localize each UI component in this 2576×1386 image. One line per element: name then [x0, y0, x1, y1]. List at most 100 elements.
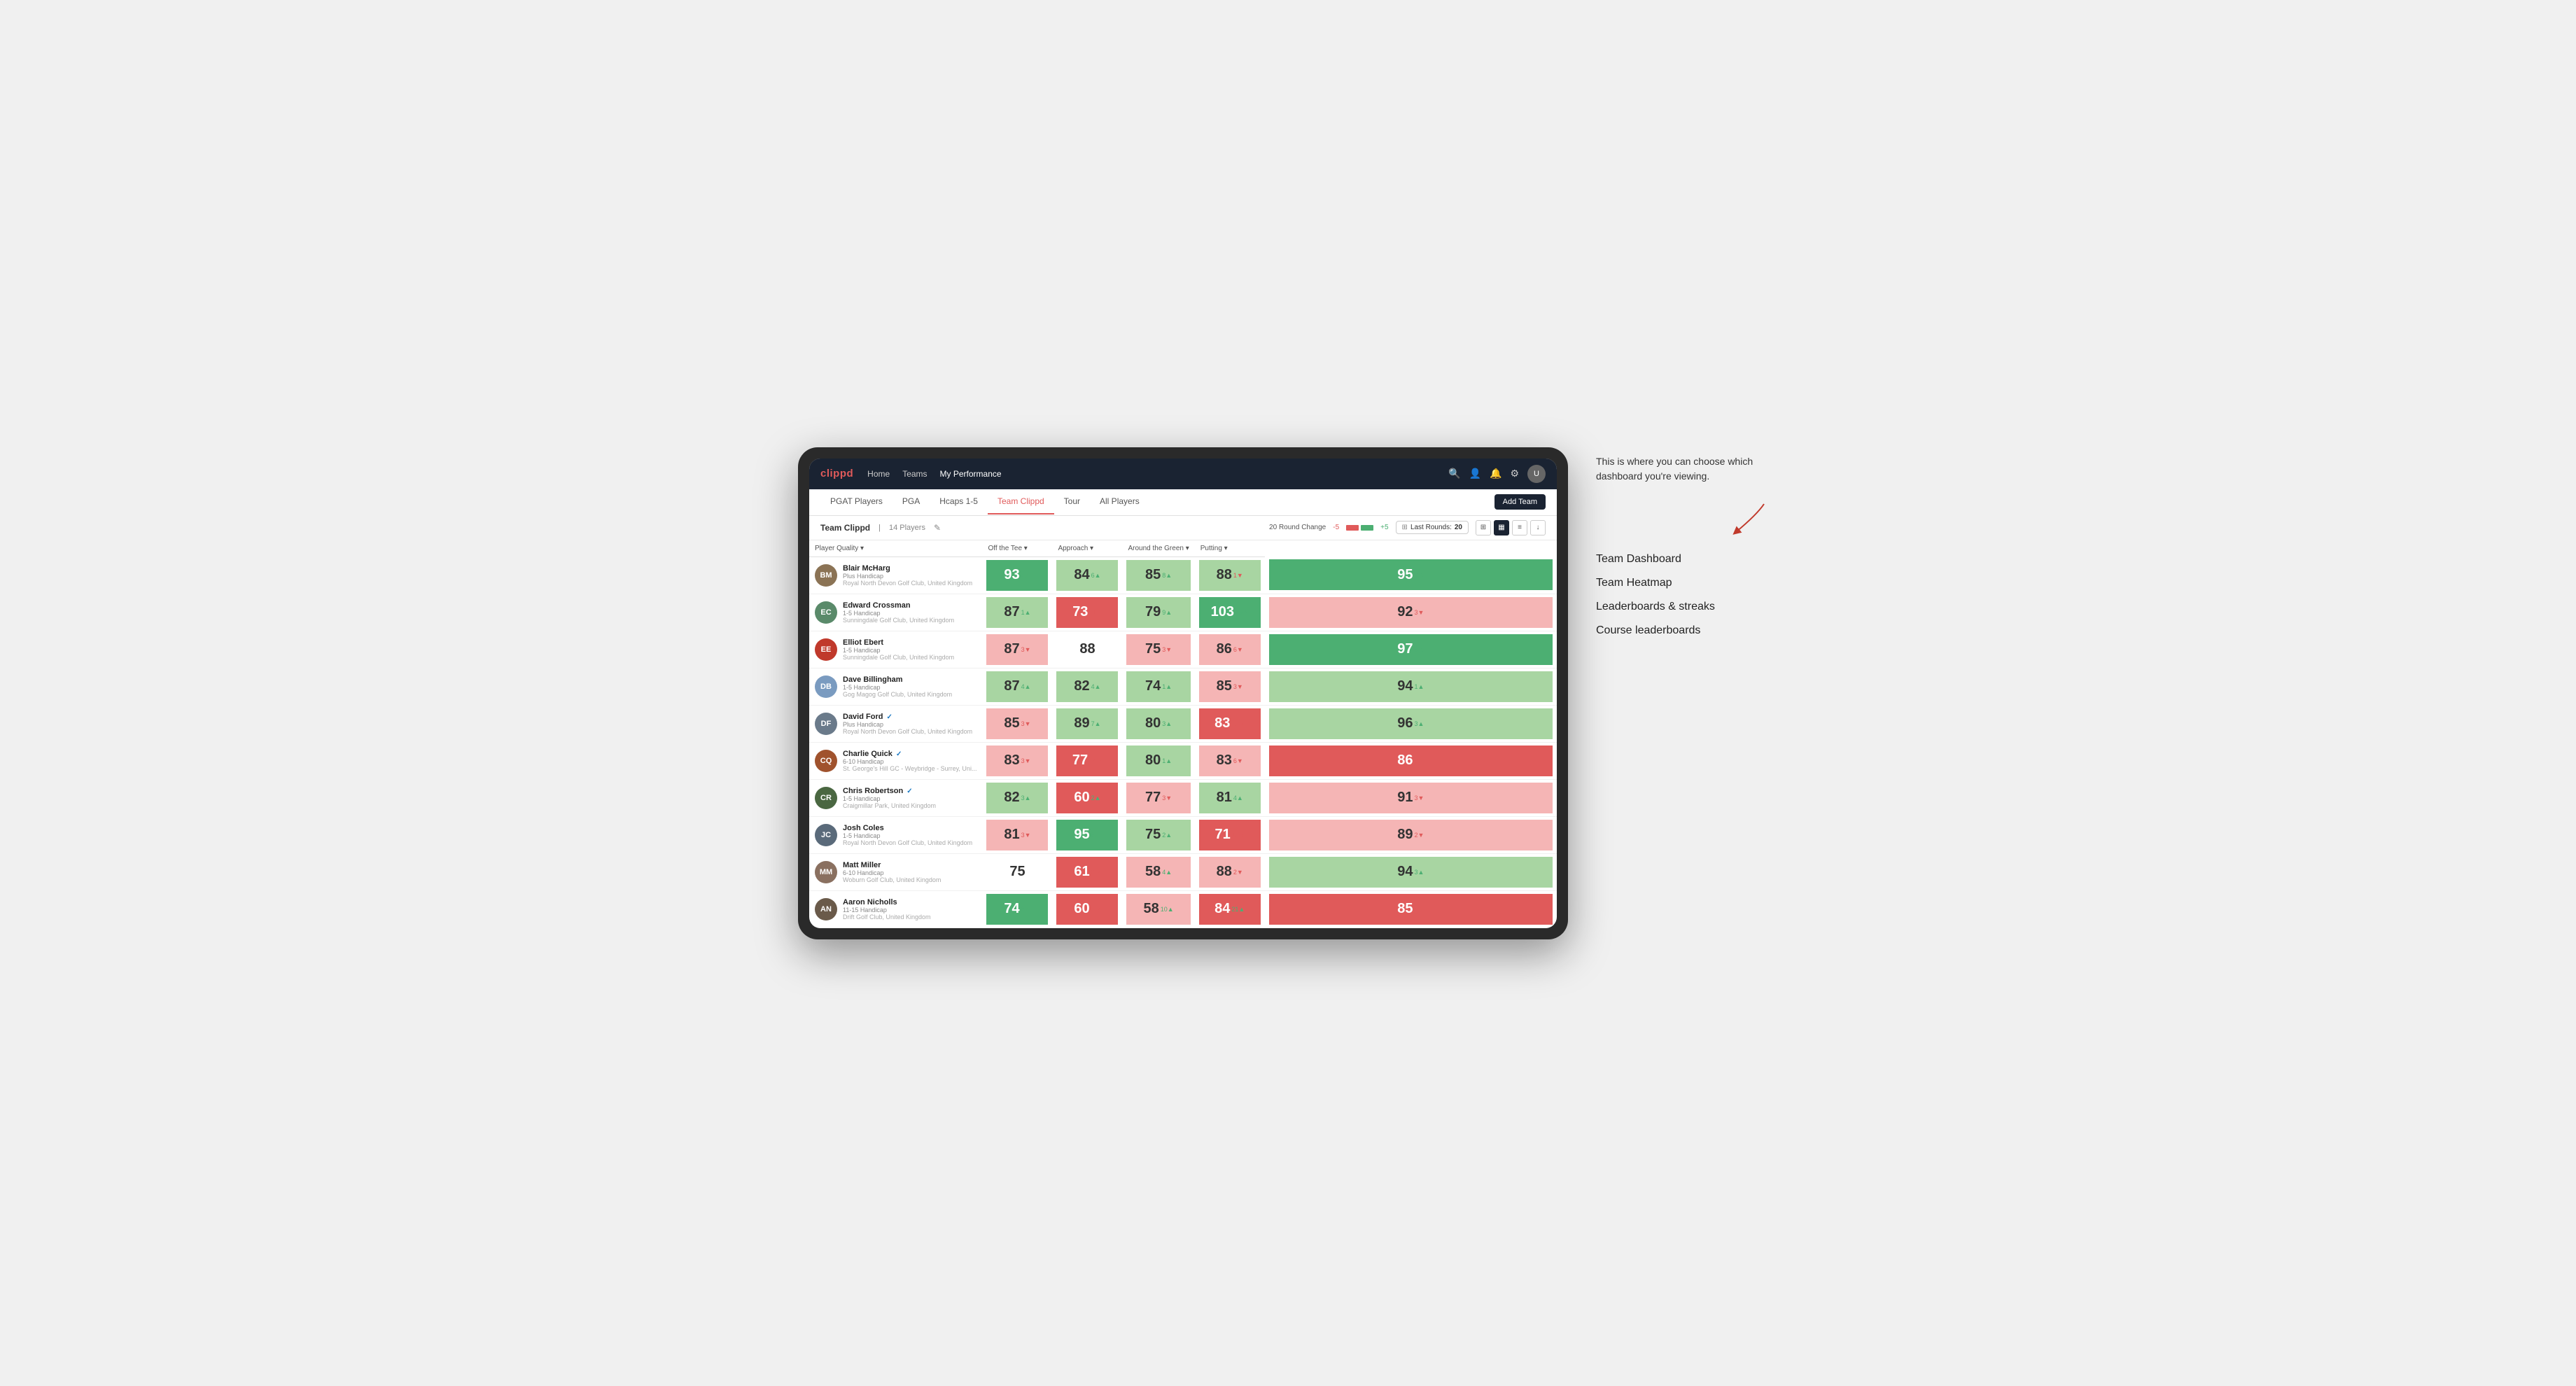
player-info: Chris Robertson ✓ 1-5 Handicap Craigmill… [843, 787, 976, 809]
score-box: 7311▼ [1056, 597, 1118, 628]
col-header-aroundgreen[interactable]: Around the Green ▾ [1122, 540, 1194, 557]
view-download-icon[interactable]: ↓ [1530, 520, 1546, 536]
menu-item-2[interactable]: Leaderboards & streaks [1596, 601, 1778, 613]
score-box: 892▼ [1269, 820, 1553, 850]
subnav-pgat[interactable]: PGAT Players [820, 489, 892, 514]
arrow-container [1596, 500, 1778, 539]
score-value: 83 [1217, 752, 1232, 769]
nav-link-teams[interactable]: Teams [902, 466, 927, 482]
subnav-tour[interactable]: Tour [1054, 489, 1090, 514]
score-value: 80 [1145, 752, 1161, 769]
subnav-teamclippd[interactable]: Team Clippd [988, 489, 1054, 514]
score-cell-player_quality-3: 874▲ [982, 668, 1052, 705]
round-change-neg: -5 [1333, 524, 1339, 531]
sub-nav-links: PGAT Players PGA Hcaps 1-5 Team Clippd T… [820, 489, 1494, 514]
score-cell-player_quality-6: 823▲ [982, 779, 1052, 816]
player-handicap: 6-10 Handicap [843, 869, 976, 876]
score-box: 741▲ [1126, 671, 1190, 702]
avatar[interactable]: U [1527, 465, 1546, 483]
player-name: Josh Coles [843, 824, 976, 832]
score-cell-putting-8: 943▲ [1265, 853, 1557, 890]
score-box: 601▼ [1056, 894, 1118, 925]
score-box: 748▲ [986, 894, 1048, 925]
subnav-pga[interactable]: PGA [892, 489, 930, 514]
player-info: Aaron Nicholls 11-15 Handicap Drift Golf… [843, 898, 976, 920]
score-cell-putting-2: 975▲ [1265, 631, 1557, 668]
score-value: 83 [1004, 752, 1019, 769]
nav-bar: clippd Home Teams My Performance 🔍 👤 🔔 ⚙… [809, 458, 1557, 489]
score-box: 824▲ [1056, 671, 1118, 702]
table-row[interactable]: CQ Charlie Quick ✓ 6-10 Handicap St. Geo… [809, 742, 1557, 779]
player-name: Dave Billingham [843, 676, 976, 684]
table-row[interactable]: AN Aaron Nicholls 11-15 Handicap Drift G… [809, 890, 1557, 927]
score-cell-approach-6: 773▼ [1122, 779, 1194, 816]
score-cell-around_green-0: 881▼ [1195, 556, 1265, 594]
team-count: 14 Players [889, 524, 925, 532]
view-heatmap-icon[interactable]: ▦ [1494, 520, 1509, 536]
table-row[interactable]: CR Chris Robertson ✓ 1-5 Handicap Craigm… [809, 779, 1557, 816]
menu-item-3[interactable]: Course leaderboards [1596, 624, 1778, 637]
view-grid-icon[interactable]: ⊞ [1476, 520, 1491, 536]
table-row[interactable]: BM Blair McHarg Plus Handicap Royal Nort… [809, 556, 1557, 594]
score-value: 74 [1145, 678, 1161, 694]
score-value: 60 [1074, 901, 1089, 917]
subnav-allplayers[interactable]: All Players [1090, 489, 1149, 514]
player-cell-2: EE Elliot Ebert 1-5 Handicap Sunningdale… [809, 631, 982, 668]
outer-wrapper: clippd Home Teams My Performance 🔍 👤 🔔 ⚙… [798, 447, 1778, 939]
col-header-player[interactable]: Player Quality ▾ [809, 540, 982, 557]
verified-icon: ✓ [896, 750, 902, 758]
table-row[interactable]: EC Edward Crossman 1-5 Handicap Sunningd… [809, 594, 1557, 631]
score-change: 10▼ [1231, 720, 1245, 727]
score-box: 823▲ [986, 783, 1048, 813]
round-change-bar [1346, 525, 1373, 531]
score-change: 8▼ [1415, 757, 1424, 764]
nav-link-myperformance[interactable]: My Performance [940, 466, 1002, 482]
score-value: 75 [1145, 827, 1161, 843]
player-avatar: MM [815, 861, 837, 883]
score-change: 1▲ [1162, 683, 1172, 690]
add-team-button[interactable]: Add Team [1494, 494, 1546, 510]
table-row[interactable]: EE Elliot Ebert 1-5 Handicap Sunningdale… [809, 631, 1557, 668]
player-club: Woburn Golf Club, United Kingdom [843, 876, 976, 883]
score-change: 2▲ [1091, 794, 1101, 802]
edit-icon[interactable]: ✎ [934, 523, 941, 533]
player-club: Sunningdale Golf Club, United Kingdom [843, 654, 976, 661]
settings-icon[interactable]: ⚙ [1510, 468, 1519, 479]
menu-item-0[interactable]: Team Dashboard [1596, 553, 1778, 566]
score-cell-player_quality-7: 813▼ [982, 816, 1052, 853]
menu-item-1[interactable]: Team Heatmap [1596, 577, 1778, 589]
last-rounds-button[interactable]: ⊞ Last Rounds: 20 [1396, 521, 1469, 534]
user-icon[interactable]: 👤 [1469, 468, 1481, 479]
score-cell-around_green-7: 7111▼ [1195, 816, 1265, 853]
col-header-approach[interactable]: Approach ▾ [1052, 540, 1122, 557]
view-list-icon[interactable]: ≡ [1512, 520, 1527, 536]
score-cell-around_green-4: 8310▼ [1195, 705, 1265, 742]
nav-link-home[interactable]: Home [867, 466, 890, 482]
col-header-offtee[interactable]: Off the Tee ▾ [982, 540, 1052, 557]
table-row[interactable]: JC Josh Coles 1-5 Handicap Royal North D… [809, 816, 1557, 853]
search-icon[interactable]: 🔍 [1448, 468, 1460, 479]
score-cell-off_tee-7: 958▲ [1052, 816, 1122, 853]
score-box: 934▲ [986, 560, 1048, 591]
score-box: 853▼ [1199, 671, 1261, 702]
subnav-hcaps[interactable]: Hcaps 1-5 [930, 489, 988, 514]
score-change: 1▼ [1233, 572, 1243, 579]
table-row[interactable]: DB Dave Billingham 1-5 Handicap Gog Mago… [809, 668, 1557, 705]
score-change: 1▼ [1091, 906, 1101, 913]
score-value: 97 [1397, 641, 1413, 657]
score-cell-around_green-3: 853▼ [1195, 668, 1265, 705]
player-info: Blair McHarg Plus Handicap Royal North D… [843, 564, 976, 587]
score-change: 2▼ [1415, 832, 1424, 839]
player-cell-9: AN Aaron Nicholls 11-15 Handicap Drift G… [809, 890, 982, 927]
score-box: 836▼ [1199, 746, 1261, 776]
score-change: 3▼ [1021, 832, 1031, 839]
table-container: Player Quality ▾ Off the Tee ▾ Approach … [809, 540, 1557, 928]
table-row[interactable]: DF David Ford ✓ Plus Handicap Royal Nort… [809, 705, 1557, 742]
score-box: 8310▼ [1199, 708, 1261, 739]
col-header-putting[interactable]: Putting ▾ [1195, 540, 1265, 557]
table-row[interactable]: MM Matt Miller 6-10 Handicap Woburn Golf… [809, 853, 1557, 890]
score-change: 3▲ [1415, 720, 1424, 727]
score-value: 77 [1145, 790, 1161, 806]
score-value: 85 [1004, 715, 1019, 732]
bell-icon[interactable]: 🔔 [1490, 468, 1502, 479]
